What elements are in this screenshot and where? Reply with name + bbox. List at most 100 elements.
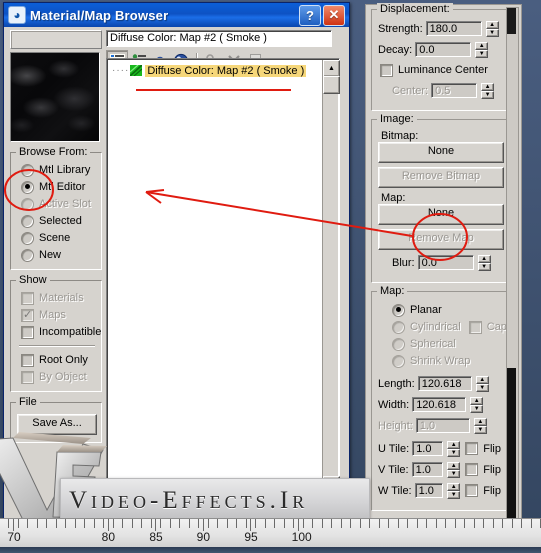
decay-spinner[interactable]: ▲ ▼ — [475, 41, 489, 58]
height-input: 1.0 — [415, 418, 470, 433]
checkbox-indicator — [21, 370, 34, 384]
ruler-tick — [103, 519, 104, 528]
bitmap-none-button[interactable]: None — [378, 142, 504, 163]
length-input[interactable]: 120.618 — [417, 376, 472, 391]
decay-input[interactable]: 0.0 — [415, 42, 472, 57]
map-none-button[interactable]: None — [378, 204, 504, 225]
window-titlebar[interactable]: ◕ Material/Map Browser ? ✕ — [4, 3, 349, 27]
ruler-tick — [131, 519, 133, 528]
left-column: Browse From: Mtl Library Mtl Editor Acti… — [10, 30, 102, 443]
ruler-tick — [483, 519, 484, 528]
ruler-tick — [74, 519, 76, 528]
ruler-tick — [302, 519, 304, 528]
remove-map-button: Remove Map — [378, 229, 504, 250]
radio-indicator — [392, 337, 405, 351]
checkbox-root-only[interactable]: Root Only — [21, 352, 97, 368]
ruler-tick — [46, 519, 47, 528]
ruler-tick — [65, 519, 66, 528]
ruler-tick — [331, 519, 332, 528]
preview-swatch — [10, 52, 100, 142]
w-tile-spinner[interactable]: ▲ ▼ — [447, 482, 461, 499]
close-button[interactable]: ✕ — [323, 4, 345, 26]
blur-input[interactable]: 0.0 — [417, 255, 474, 270]
ruler-tick — [511, 519, 513, 528]
bitmap-label: Bitmap: — [381, 130, 419, 142]
ruler-tick — [169, 519, 171, 528]
checkbox-by-object: By Object — [21, 369, 97, 385]
scroll-thumb-bottom[interactable] — [507, 368, 516, 518]
width-input[interactable]: 120.618 — [412, 397, 467, 412]
map-label: Map: — [381, 192, 406, 204]
image-label: Image: — [377, 113, 417, 125]
u-tile-spinner[interactable]: ▲ ▼ — [447, 440, 461, 457]
map-parameters-panel: Displacement: Strength: 180.0 ▲ ▼ Decay: … — [365, 3, 522, 548]
ruler-tick — [435, 519, 437, 528]
radio-planar[interactable]: Planar — [392, 302, 501, 318]
checkbox-w-flip[interactable] — [465, 484, 479, 497]
displacement-group: Displacement: Strength: 180.0 ▲ ▼ Decay: … — [371, 3, 507, 111]
checkbox-luminance-center[interactable]: Luminance Center — [380, 62, 501, 78]
v-tile-input[interactable]: 1.0 — [411, 462, 444, 477]
radio-label: Cylindrical — [410, 321, 461, 333]
v-tile-spinner[interactable]: ▲ ▼ — [447, 461, 461, 478]
checkbox-maps: Maps — [21, 307, 97, 323]
strength-input[interactable]: 180.0 — [425, 21, 482, 36]
radio-indicator — [21, 248, 34, 262]
radio-mtl-editor[interactable]: Mtl Editor — [21, 179, 97, 195]
ruler-tick — [492, 519, 494, 528]
scroll-up-icon[interactable]: ▲ — [323, 60, 340, 77]
checkbox-indicator — [21, 291, 34, 305]
radio-new[interactable]: New — [21, 247, 97, 263]
ruler-label: 95 — [244, 530, 258, 544]
ruler-tick — [141, 519, 142, 528]
blur-spinner[interactable]: ▲ ▼ — [477, 254, 491, 271]
u-tile-input[interactable]: 1.0 — [412, 441, 444, 456]
ruler-tick — [274, 519, 275, 528]
scroll-thumb[interactable] — [323, 76, 340, 94]
ruler-tick — [226, 519, 228, 528]
w-tile-input[interactable]: 1.0 — [414, 483, 444, 498]
ruler-label: 70 — [7, 530, 21, 544]
radio-cylindrical: Cylindrical Cap — [392, 319, 507, 335]
length-row: Length: 120.618 ▲ ▼ — [378, 375, 501, 392]
ruler-tick — [8, 519, 9, 528]
checkbox-incompatible[interactable]: Incompatible — [21, 324, 101, 340]
checkbox-indicator — [21, 308, 34, 322]
checkbox-label: Incompatible — [39, 326, 102, 338]
ruler-tick — [283, 519, 285, 528]
scroll-thumb-top[interactable] — [507, 8, 516, 34]
current-map-path-field[interactable]: Diffuse Color: Map #2 ( Smoke ) — [106, 30, 332, 47]
map-tree-list[interactable]: ···· Diffuse Color: Map #2 ( Smoke ) — [108, 60, 323, 493]
length-spinner[interactable]: ▲ ▼ — [475, 375, 489, 392]
help-button[interactable]: ? — [299, 4, 321, 26]
image-group: Image: Bitmap: None Remove Bitmap Map: N… — [371, 113, 507, 283]
radio-scene[interactable]: Scene — [21, 230, 97, 246]
list-item[interactable]: ···· Diffuse Color: Map #2 ( Smoke ) — [108, 63, 323, 78]
radio-selected[interactable]: Selected — [21, 213, 97, 229]
ruler-tick — [397, 519, 399, 528]
radio-mtl-library[interactable]: Mtl Library — [21, 162, 97, 178]
v-tile-row: V Tile: 1.0 ▲ ▼ Flip — [378, 461, 501, 478]
width-spinner[interactable]: ▲ ▼ — [470, 396, 484, 413]
width-row: Width: 120.618 ▲ ▼ — [378, 396, 501, 413]
ruler-label: 90 — [196, 530, 211, 544]
checkbox-u-flip[interactable] — [465, 442, 479, 455]
tree-vertical-scrollbar[interactable]: ▲ ▼ — [322, 60, 340, 493]
radio-shrink-wrap: Shrink Wrap — [392, 353, 501, 369]
w-tile-label: W Tile: — [378, 484, 412, 497]
center-spinner: ▲ ▼ — [481, 82, 495, 99]
checkbox-indicator-cap — [468, 320, 482, 334]
v-tile-label: V Tile: — [378, 463, 409, 476]
map-projection-label: Map: — [377, 285, 408, 297]
ruler-tick — [530, 519, 532, 528]
checkbox-label: Luminance Center — [398, 64, 488, 76]
strength-spinner[interactable]: ▲ ▼ — [485, 20, 499, 37]
map-green-icon — [129, 64, 143, 77]
checkbox-v-flip[interactable] — [465, 463, 479, 476]
checkbox-indicator — [21, 353, 34, 367]
panel-vertical-scrollbar[interactable] — [506, 7, 519, 545]
ruler-tick — [312, 519, 313, 528]
remove-bitmap-button: Remove Bitmap — [378, 167, 504, 188]
name-field[interactable] — [10, 30, 102, 49]
w-tile-row: W Tile: 1.0 ▲ ▼ Flip — [378, 482, 501, 499]
